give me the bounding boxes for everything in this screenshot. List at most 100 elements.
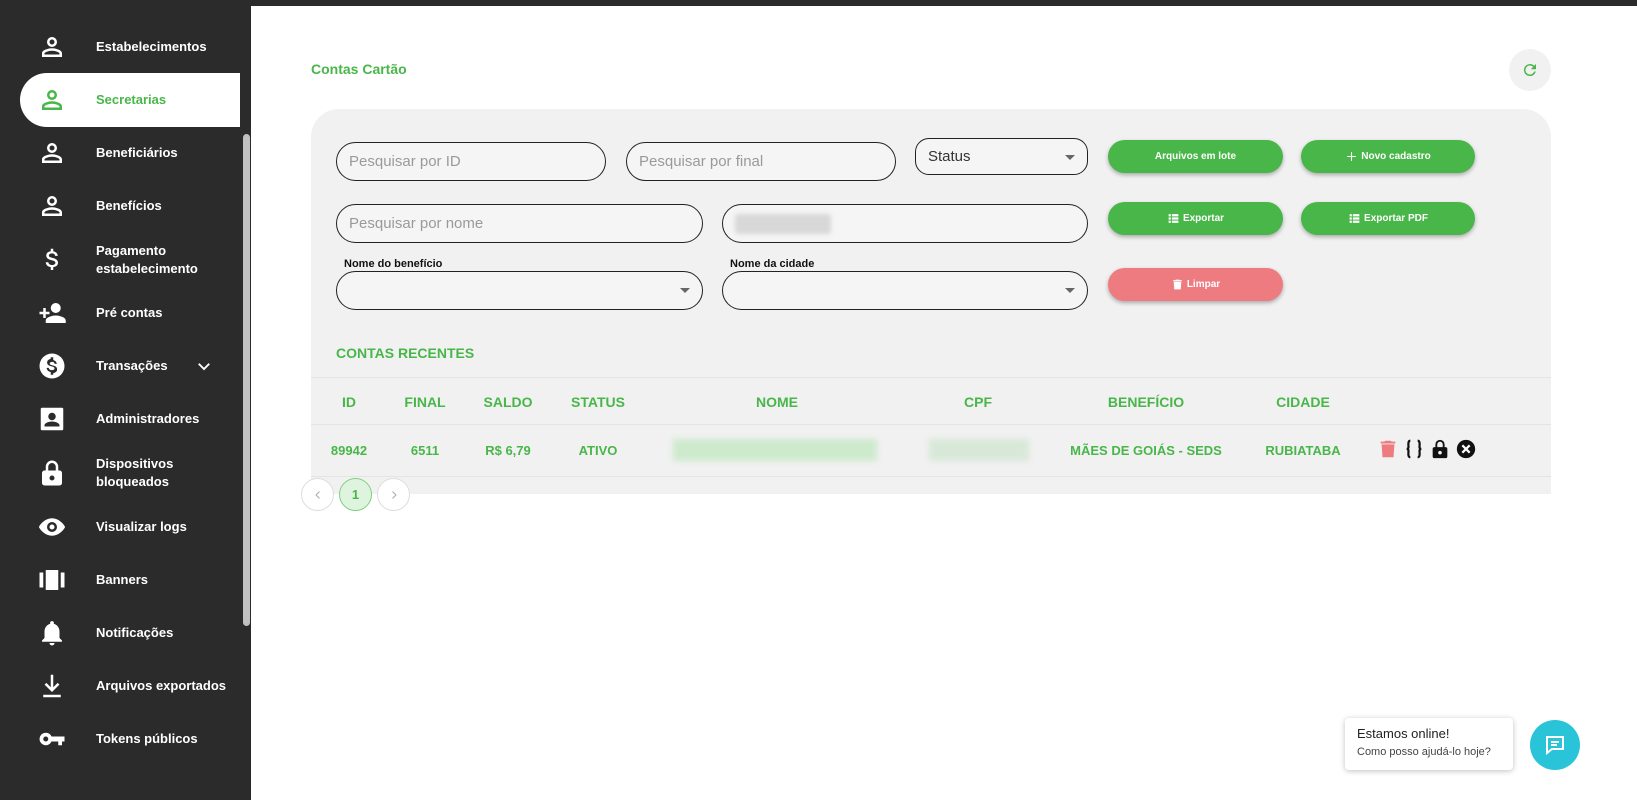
dollar-circle-icon bbox=[30, 351, 74, 381]
redacted-value bbox=[735, 213, 831, 234]
column-header-cidade[interactable]: CIDADE bbox=[1276, 394, 1330, 410]
column-header-final[interactable]: FINAL bbox=[404, 394, 445, 410]
status-select[interactable]: Status bbox=[915, 138, 1088, 175]
chat-title: Estamos online! bbox=[1357, 726, 1450, 741]
sidebar-item-beneficios[interactable]: Benefícios bbox=[20, 179, 240, 233]
person-icon bbox=[30, 138, 74, 168]
redacted-input[interactable] bbox=[722, 204, 1088, 243]
cell-nome-redacted bbox=[673, 439, 877, 461]
column-header-id[interactable]: ID bbox=[342, 394, 356, 410]
sidebar-item-estabelecimentos[interactable]: Estabelecimentos bbox=[20, 20, 240, 74]
caret-down-icon bbox=[680, 288, 690, 293]
button-label: Arquivos em lote bbox=[1154, 151, 1237, 162]
benefit-name-label: Nome do benefício bbox=[344, 258, 443, 270]
code-braces-icon[interactable] bbox=[1403, 438, 1425, 460]
column-header-beneficio[interactable]: BENEFÍCIO bbox=[1108, 394, 1184, 410]
sidebar-item-visualizar-logs[interactable]: Visualizar logs bbox=[20, 500, 240, 554]
column-header-cpf[interactable]: CPF bbox=[964, 394, 992, 410]
chevron-down-icon[interactable] bbox=[195, 357, 213, 378]
sidebar-item-label: Secretarias bbox=[96, 92, 167, 107]
download-icon bbox=[30, 671, 74, 701]
cell-id: 89942 bbox=[330, 443, 368, 458]
sidebar-item-label: Banners bbox=[96, 572, 149, 587]
sidebar-item-administradores[interactable]: Administradores bbox=[20, 392, 240, 446]
search-final-input[interactable]: Pesquisar por final bbox=[626, 142, 896, 181]
clear-button[interactable]: Limpar bbox=[1108, 268, 1283, 301]
cell-status: ATIVO bbox=[578, 443, 618, 458]
sidebar-item-label: Transações bbox=[96, 358, 168, 373]
sidebar-item-banners[interactable]: Banners bbox=[20, 553, 240, 607]
sidebar-item-label: Notificações bbox=[96, 625, 174, 640]
column-header-status[interactable]: STATUS bbox=[571, 394, 625, 410]
pagination-next-button[interactable] bbox=[377, 478, 410, 511]
export-button[interactable]: Exportar bbox=[1108, 202, 1283, 235]
sidebar-item-secretarias[interactable]: Secretarias bbox=[20, 73, 240, 127]
chevron-right-icon bbox=[391, 490, 397, 499]
delete-icon[interactable] bbox=[1377, 438, 1399, 460]
lock-icon[interactable] bbox=[1429, 438, 1451, 460]
list-icon bbox=[1168, 214, 1179, 223]
cell-final: 6511 bbox=[410, 443, 440, 458]
button-label: Exportar PDF bbox=[1364, 213, 1428, 224]
new-register-button[interactable]: Novo cadastro bbox=[1301, 140, 1475, 173]
caret-down-icon bbox=[1065, 288, 1075, 293]
table-header: ID FINAL SALDO STATUS NOME CPF BENEFÍCIO… bbox=[311, 377, 1551, 425]
key-icon bbox=[30, 724, 74, 754]
sidebar-item-label: Visualizar logs bbox=[96, 519, 187, 534]
cell-saldo: R$ 6,79 bbox=[485, 443, 531, 458]
sidebar: Estabelecimentos Secretarias Beneficiári… bbox=[0, 6, 240, 800]
bell-icon bbox=[30, 618, 74, 648]
main-content: Contas Cartão Pesquisar por ID Pesquisar… bbox=[251, 6, 1637, 800]
sidebar-item-label: Pré contas bbox=[96, 305, 163, 320]
sidebar-item-tokens-publicos[interactable]: Tokens públicos bbox=[20, 712, 240, 766]
sidebar-item-beneficiarios[interactable]: Beneficiários bbox=[20, 126, 240, 180]
pagination-prev-button[interactable] bbox=[301, 478, 334, 511]
sidebar-item-pre-contas[interactable]: Pré contas bbox=[20, 286, 240, 340]
sidebar-item-label: Pagamento estabelecimento bbox=[96, 243, 198, 276]
eye-icon bbox=[30, 512, 74, 542]
batch-files-button[interactable]: Arquivos em lote bbox=[1108, 140, 1283, 173]
benefit-name-select[interactable] bbox=[336, 271, 703, 310]
chat-icon bbox=[1546, 736, 1564, 756]
recent-accounts-title: CONTAS RECENTES bbox=[336, 345, 475, 361]
sidebar-item-pagamento-estabelecimento[interactable]: Pagamento estabelecimento bbox=[20, 233, 240, 287]
banners-icon bbox=[30, 565, 74, 595]
sidebar-item-label: Beneficiários bbox=[96, 145, 178, 160]
sidebar-item-label: Estabelecimentos bbox=[96, 39, 207, 54]
pagination-page-button[interactable]: 1 bbox=[339, 478, 372, 511]
person-icon bbox=[30, 85, 74, 115]
search-name-input[interactable]: Pesquisar por nome bbox=[336, 204, 703, 243]
sidebar-item-label: Benefícios bbox=[96, 198, 162, 213]
row-actions bbox=[1377, 438, 1481, 460]
button-label: Limpar bbox=[1186, 279, 1221, 290]
lock-icon bbox=[30, 458, 74, 488]
badge-icon bbox=[30, 404, 74, 434]
column-header-saldo[interactable]: SALDO bbox=[484, 394, 533, 410]
chat-bubble[interactable]: Estamos online! Como posso ajudá-lo hoje… bbox=[1345, 718, 1513, 770]
scrollbar-thumb[interactable] bbox=[243, 134, 250, 626]
sidebar-item-dispositivos-bloqueados[interactable]: Dispositivos bloqueados bbox=[20, 446, 240, 500]
column-header-nome[interactable]: NOME bbox=[756, 394, 798, 410]
status-select-value: Status bbox=[928, 148, 971, 165]
chevron-left-icon bbox=[314, 490, 320, 499]
trash-icon bbox=[1172, 279, 1182, 290]
cell-beneficio: MÃES DE GOIÁS - SEDS bbox=[1070, 443, 1222, 458]
sidebar-item-notificacoes[interactable]: Notificações bbox=[20, 606, 240, 660]
chat-launcher-button[interactable] bbox=[1530, 720, 1580, 770]
sidebar-item-label: Dispositivos bloqueados bbox=[96, 456, 174, 489]
search-id-input[interactable]: Pesquisar por ID bbox=[336, 142, 606, 181]
export-pdf-button[interactable]: Exportar PDF bbox=[1301, 202, 1475, 235]
table-row[interactable]: 89942 6511 R$ 6,79 ATIVO MÃES DE GOIÁS -… bbox=[311, 425, 1551, 477]
sidebar-scrollbar[interactable] bbox=[241, 6, 251, 800]
person-icon bbox=[30, 191, 74, 221]
sidebar-item-arquivos-exportados[interactable]: Arquivos exportados bbox=[20, 659, 240, 713]
city-name-select[interactable] bbox=[722, 271, 1088, 310]
caret-down-icon bbox=[1065, 155, 1075, 160]
refresh-icon bbox=[1523, 64, 1536, 77]
sidebar-item-transacoes[interactable]: Transações bbox=[20, 339, 240, 393]
cell-cpf-redacted bbox=[929, 439, 1029, 461]
close-circle-icon[interactable] bbox=[1455, 438, 1477, 460]
button-label: Novo cadastro bbox=[1361, 151, 1431, 162]
refresh-button[interactable] bbox=[1509, 49, 1551, 91]
sidebar-item-label: Arquivos exportados bbox=[96, 678, 227, 693]
